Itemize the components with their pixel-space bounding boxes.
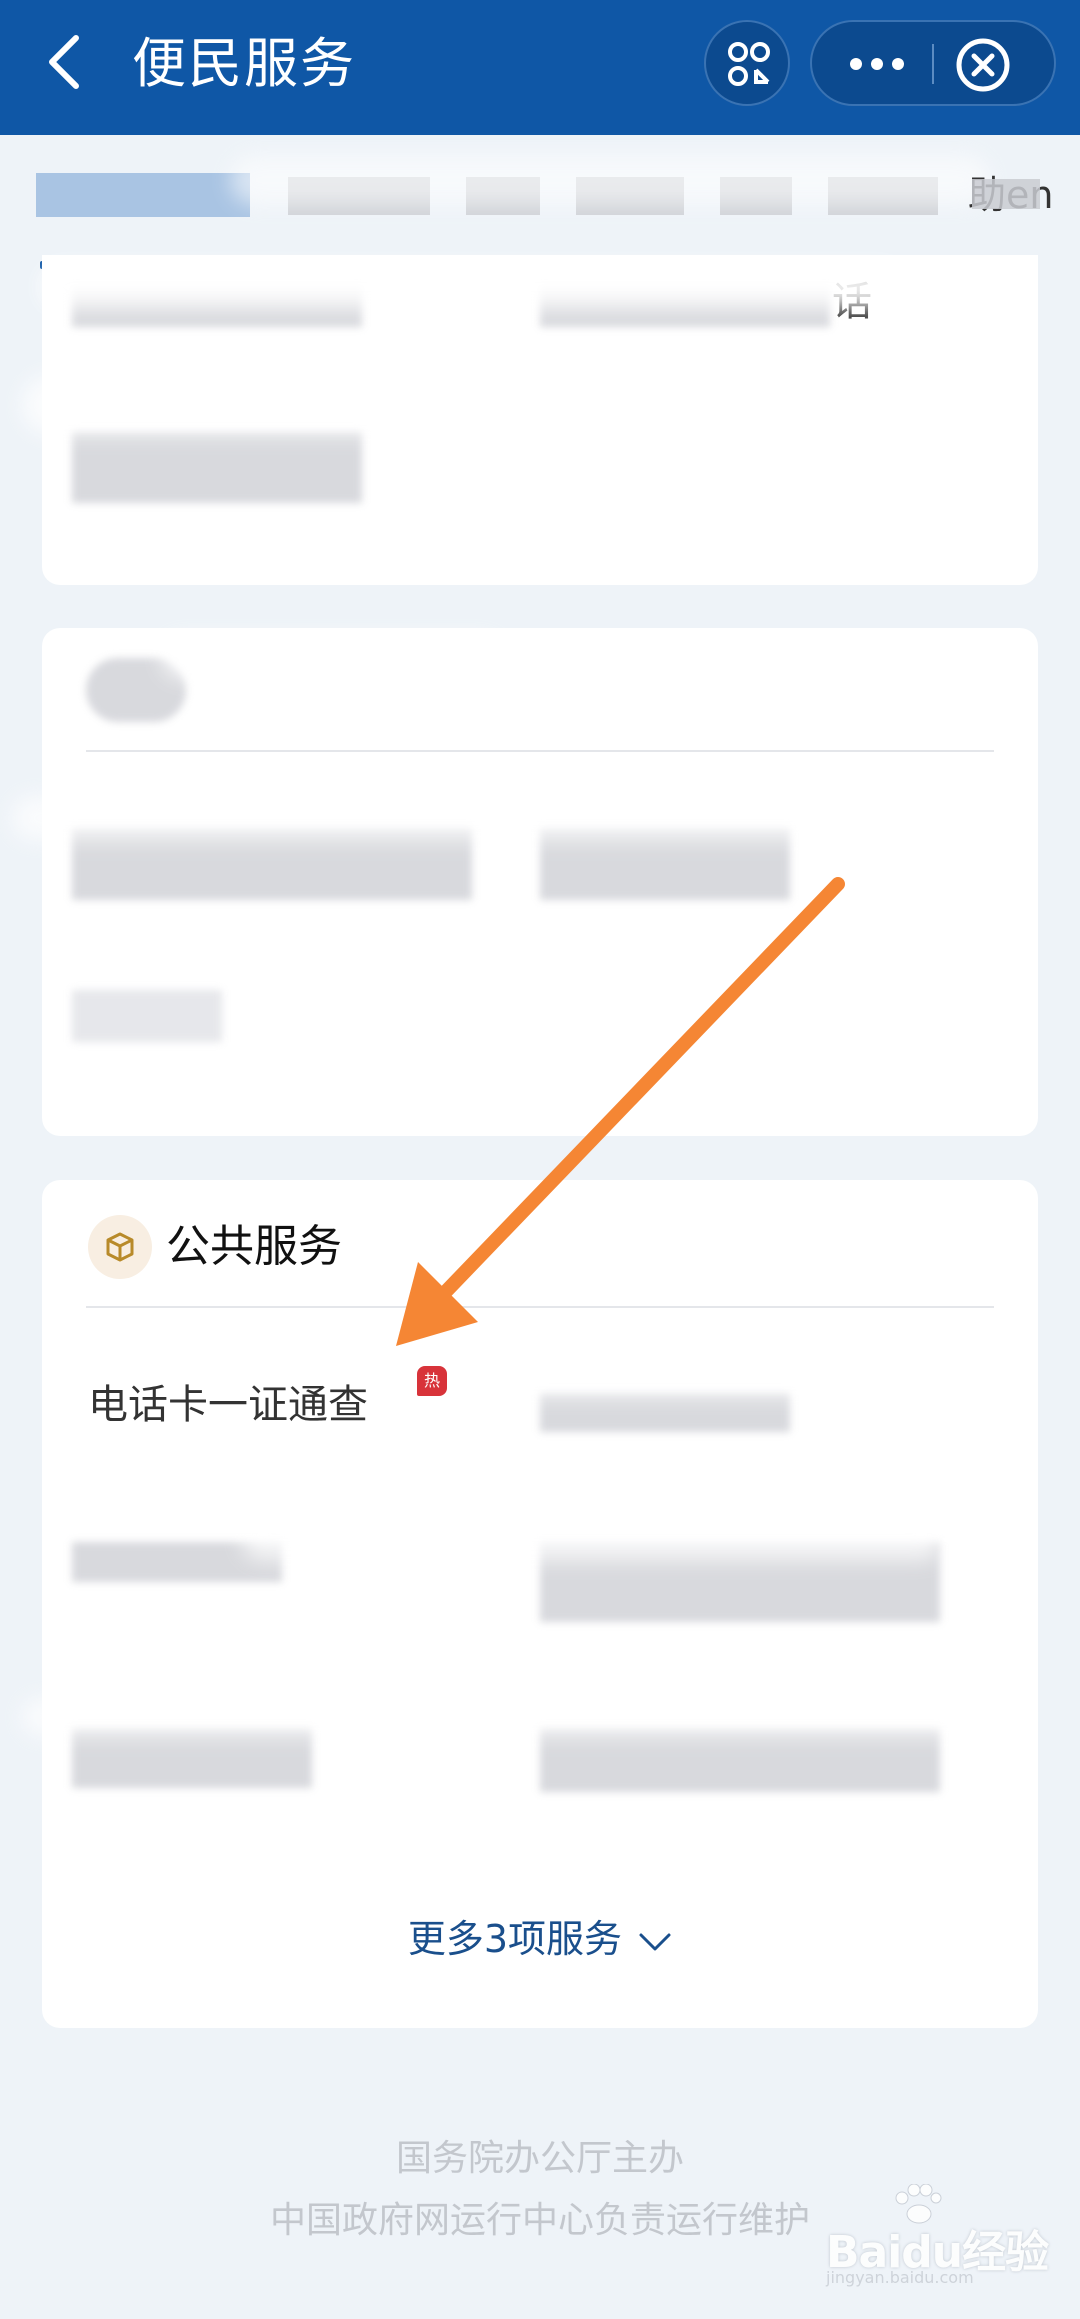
scan-icon [728,42,770,86]
redaction-smear [230,155,990,205]
watermark-url: jingyan.baidu.com [826,2268,974,2287]
section-icon [88,1215,152,1279]
footer-organizer: 国务院办公厅主办 [395,2138,684,2179]
tab-redacted [972,179,1040,209]
section-title: 公共服务 [166,1221,342,1272]
redaction-smear [242,1520,942,1560]
mini-program-capsule [810,20,1056,106]
tab-active-redacted[interactable] [36,173,250,217]
service-item-phone-card-check[interactable]: 电话卡一证通查 [88,1378,368,1432]
chevron-down-icon [639,1933,671,1950]
close-circle-icon[interactable] [954,36,1012,94]
redaction-smear [472,1360,992,1396]
capsule-divider [932,44,934,84]
redaction-smear [12,796,832,840]
redacted-item[interactable] [540,1728,940,1792]
hot-badge: 热 [417,1366,447,1396]
redaction-smear [42,267,902,307]
page-title: 便民服务 [132,32,356,95]
public-service-card: 公共服务 电话卡一证通查 热 更多3项服务 [22,1180,1038,2028]
redacted-item[interactable] [72,1728,312,1788]
redacted-item[interactable] [540,1392,790,1432]
redaction-smear [22,1698,1022,1736]
redacted-item[interactable] [72,990,222,1042]
section-divider [86,1306,994,1308]
title-bar: 便民服务 [0,0,1080,135]
redaction-smear [22,375,582,435]
service-card-2 [12,628,1038,1136]
redacted-item[interactable] [72,431,362,503]
scan-button[interactable] [704,20,790,106]
chevron-left-icon[interactable] [40,32,92,92]
category-tabs: 助en [0,135,1080,270]
section-divider [86,750,994,752]
ellipsis-icon[interactable] [832,32,922,96]
redaction-smear [162,638,502,678]
watermark: Baidu经验 jingyan.baidu.com [826,2184,1056,2287]
box-icon [106,1232,134,1262]
more-services-label: 更多3项服务 [407,1917,623,1961]
service-card-1: 话 [22,255,1038,585]
more-services-link[interactable]: 更多3项服务 [42,1912,1038,1966]
